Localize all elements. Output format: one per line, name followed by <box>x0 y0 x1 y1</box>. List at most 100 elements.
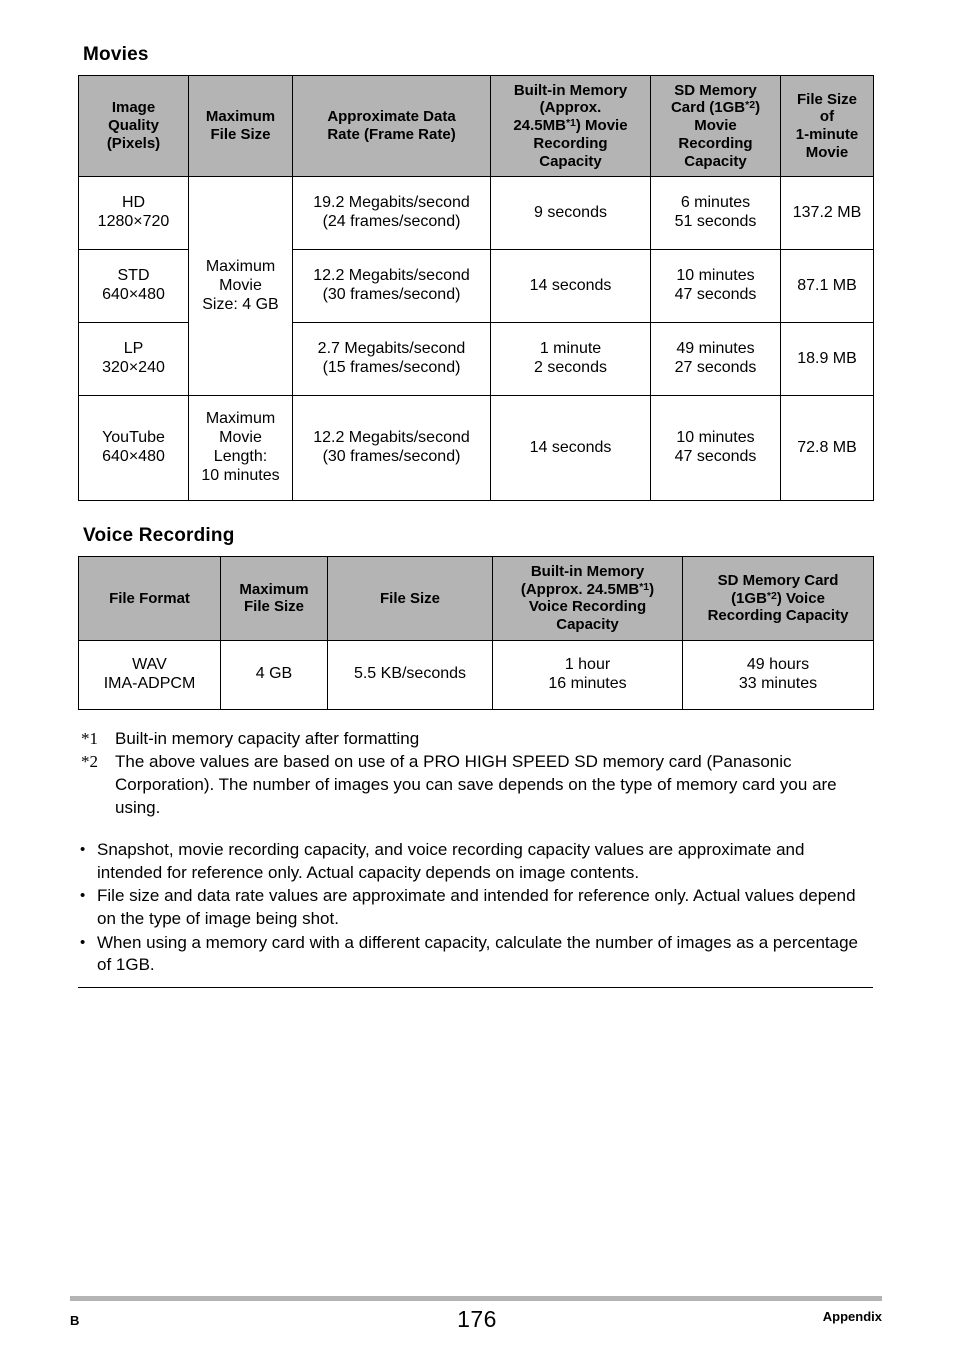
cell-file-size: 137.2 MB <box>780 176 874 251</box>
cell-maximum-file-size-group1: Maximum Movie Size: 4 GB <box>188 176 293 397</box>
cell-sd-capacity: 49 minutes 27 seconds <box>650 322 781 397</box>
footnote-marker-2: *2 <box>745 99 756 112</box>
footnote-marker-1: *1 <box>639 580 650 593</box>
header-line: ) Movie <box>575 117 628 135</box>
footnote-item: *1 Built-in memory capacity after format… <box>78 728 873 751</box>
header-line: Built-in Memory <box>513 81 628 99</box>
footnote-text: The above values are based on use of a P… <box>115 752 837 817</box>
cell-line: (30 frames/second) <box>322 448 461 466</box>
header-line: 1-minute <box>795 126 859 144</box>
header-line: Built-in Memory <box>530 563 645 581</box>
cell-line: 51 seconds <box>674 213 757 231</box>
cell-sd-capacity: 10 minutes 47 seconds <box>650 395 781 502</box>
cell-line: 27 seconds <box>674 359 757 377</box>
cell-data-rate: 19.2 Megabits/second (24 frames/second) <box>292 176 491 251</box>
header-line: Recording <box>678 134 753 152</box>
header-line: File Size <box>796 90 858 108</box>
cell-voice-maximum-file-size: 4 GB <box>220 639 328 710</box>
cell-file-size: 18.9 MB <box>780 322 874 397</box>
cell-line: Length: <box>213 448 268 466</box>
cell-file-format: WAV IMA-ADPCM <box>78 639 221 710</box>
header-line: Voice Recording <box>528 598 647 616</box>
list-item: • When using a memory card with a differ… <box>78 932 873 977</box>
bullet-text: When using a memory card with a differen… <box>97 932 858 975</box>
column-header-image-quality: Image Quality (Pixels) <box>78 74 189 178</box>
cell-line: 6 minutes <box>680 194 751 212</box>
footnote-marker: *1 <box>81 728 98 748</box>
column-header-file-format: File Format <box>78 556 221 641</box>
cell-line: 1 hour <box>564 655 611 673</box>
cell-line: 10 minutes <box>676 429 755 447</box>
footnote-text: Built-in memory capacity after formattin… <box>115 728 420 748</box>
footer-separator-bar <box>70 1296 882 1301</box>
header-line: Maximum <box>239 580 309 598</box>
header-line: of <box>819 108 835 126</box>
cell-line: 47 seconds <box>674 286 757 304</box>
cell-builtin-capacity: 14 seconds <box>490 395 651 502</box>
header-line: Approximate Data <box>327 108 456 126</box>
list-item: • File size and data rate values are app… <box>78 885 873 930</box>
header-line: Maximum <box>205 108 276 126</box>
column-header-builtin-memory-voice-capacity: Built-in Memory (Approx. 24.5MB*1) Voice… <box>492 556 683 641</box>
column-header-approximate-data-rate: Approximate Data Rate (Frame Rate) <box>292 74 491 178</box>
cell-line: 640×480 <box>102 448 165 466</box>
cell-line: Movie <box>219 276 262 294</box>
footnote-marker-2: *2 <box>766 589 777 602</box>
cell-line: HD <box>121 194 146 212</box>
cell-line: 49 minutes <box>676 340 755 358</box>
cell-line: Size: 4 GB <box>202 295 279 313</box>
footnotes-list: *1 Built-in memory capacity after format… <box>78 728 873 819</box>
column-header-file-size-1-minute-movie: File Size of 1-minute Movie <box>780 74 874 178</box>
header-line: SD Memory Card <box>717 571 839 589</box>
footer-chapter-label: Appendix <box>822 1309 882 1324</box>
cell-line: 1 minute <box>539 340 602 358</box>
cell-builtin-capacity: 1 minute 2 seconds <box>490 322 651 397</box>
column-header-voice-file-size: File Size <box>327 556 493 641</box>
cell-builtin-capacity: 9 seconds <box>490 176 651 251</box>
column-header-maximum-file-size: Maximum File Size <box>188 74 293 178</box>
cell-line: 2.7 Megabits/second <box>317 340 466 358</box>
header-line: ) <box>649 580 655 598</box>
cell-file-size: 72.8 MB <box>780 395 874 502</box>
cell-line: 19.2 Megabits/second <box>313 194 470 212</box>
movies-heading: Movies <box>83 44 149 65</box>
header-line: ) Voice <box>776 589 825 607</box>
list-item: • Snapshot, movie recording capacity, an… <box>78 839 873 884</box>
content-divider <box>78 986 873 988</box>
header-line: Recording <box>533 134 608 152</box>
header-line: Image <box>111 99 156 117</box>
cell-builtin-capacity: 14 seconds <box>490 249 651 324</box>
cell-voice-sd-capacity: 49 hours 33 minutes <box>682 639 874 710</box>
table-row: HD 1280×720 Maximum Movie Size: 4 GB 19.… <box>78 176 874 397</box>
cell-line: 12.2 Megabits/second <box>313 429 470 447</box>
voice-recording-heading: Voice Recording <box>83 525 235 547</box>
bullet-text: Snapshot, movie recording capacity, and … <box>97 840 805 882</box>
cell-image-quality: YouTube 640×480 <box>78 395 189 502</box>
document-page: Movies Image Quality (Pixels) Maximum Fi… <box>0 0 954 1357</box>
cell-line: 320×240 <box>102 359 165 377</box>
cell-image-quality: STD 640×480 <box>78 249 189 324</box>
column-header-builtin-memory-movie-capacity: Built-in Memory (Approx. 24.5MB*1) Movie… <box>490 74 651 178</box>
cell-line: (30 frames/second) <box>322 286 461 304</box>
movies-table-header-row: Image Quality (Pixels) Maximum File Size… <box>78 74 874 178</box>
page-content: Movies Image Quality (Pixels) Maximum Fi… <box>78 44 874 988</box>
notes-bullet-list: • Snapshot, movie recording capacity, an… <box>78 839 873 977</box>
cell-line: 14 seconds <box>529 438 612 456</box>
column-header-sd-memory-movie-capacity: SD Memory Card (1GB*2) Movie Recording C… <box>650 74 781 178</box>
cell-line: STD <box>117 267 150 285</box>
bullet-text: File size and data rate values are appro… <box>97 886 856 929</box>
cell-line: 49 hours <box>746 655 810 673</box>
cell-line: WAV <box>132 655 167 673</box>
bullet-dot-icon: • <box>80 933 86 951</box>
cell-line: (15 frames/second) <box>322 359 461 377</box>
bullet-dot-icon: • <box>80 887 86 905</box>
cell-data-rate: 2.7 Megabits/second (15 frames/second) <box>292 322 491 397</box>
cell-voice-builtin-capacity: 1 hour 16 minutes <box>492 639 683 710</box>
header-line: Movie <box>694 117 737 135</box>
cell-sd-capacity: 10 minutes 47 seconds <box>650 249 781 324</box>
header-line: (Pixels) <box>106 134 161 152</box>
column-header-sd-memory-voice-capacity: SD Memory Card (1GB*2) Voice Recording C… <box>682 556 874 641</box>
cell-line: (24 frames/second) <box>322 213 461 231</box>
header-line: File Size <box>379 589 441 607</box>
cell-sd-capacity: 6 minutes 51 seconds <box>650 176 781 251</box>
